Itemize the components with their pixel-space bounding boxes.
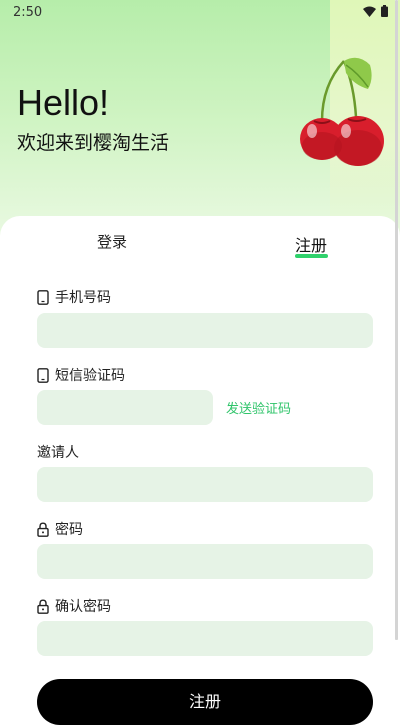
register-button[interactable]: 注册 bbox=[37, 679, 373, 725]
tab-register[interactable]: 注册 bbox=[295, 232, 327, 256]
inviter-input[interactable] bbox=[37, 467, 373, 502]
welcome-subtitle: 欢迎来到樱淘生活 bbox=[17, 132, 170, 154]
sms-code-label: 短信验证码 bbox=[37, 365, 125, 385]
inviter-label: 邀请人 bbox=[37, 442, 79, 462]
status-bar: 2:50 bbox=[0, 0, 400, 24]
phone-icon bbox=[37, 289, 49, 305]
active-tab-indicator bbox=[295, 254, 328, 258]
scrollbar-thumb[interactable] bbox=[395, 0, 398, 640]
lock-icon bbox=[37, 521, 49, 537]
sms-code-input[interactable] bbox=[37, 390, 213, 425]
sms-code-label-text: 短信验证码 bbox=[55, 368, 125, 384]
battery-icon bbox=[381, 5, 388, 17]
send-code-button[interactable]: 发送验证码 bbox=[226, 398, 291, 417]
phone-icon bbox=[37, 367, 49, 383]
phone-label: 手机号码 bbox=[37, 287, 111, 307]
confirm-password-input[interactable] bbox=[37, 621, 373, 656]
confirm-password-label-text: 确认密码 bbox=[55, 599, 111, 615]
phone-label-text: 手机号码 bbox=[55, 290, 111, 306]
tab-login[interactable]: 登录 bbox=[97, 231, 127, 252]
password-label: 密码 bbox=[37, 519, 83, 539]
cherry-icon bbox=[300, 57, 384, 166]
confirm-password-label: 确认密码 bbox=[37, 596, 111, 616]
inviter-label-text: 邀请人 bbox=[37, 445, 79, 461]
password-label-text: 密码 bbox=[55, 522, 83, 538]
status-time: 2:50 bbox=[13, 5, 43, 20]
greeting-title: Hello! bbox=[17, 82, 110, 123]
password-input[interactable] bbox=[37, 544, 373, 579]
scrollbar[interactable] bbox=[395, 0, 398, 640]
phone-input[interactable] bbox=[37, 313, 373, 348]
lock-icon bbox=[37, 598, 49, 614]
status-icons bbox=[363, 5, 388, 17]
wifi-icon bbox=[363, 6, 376, 17]
